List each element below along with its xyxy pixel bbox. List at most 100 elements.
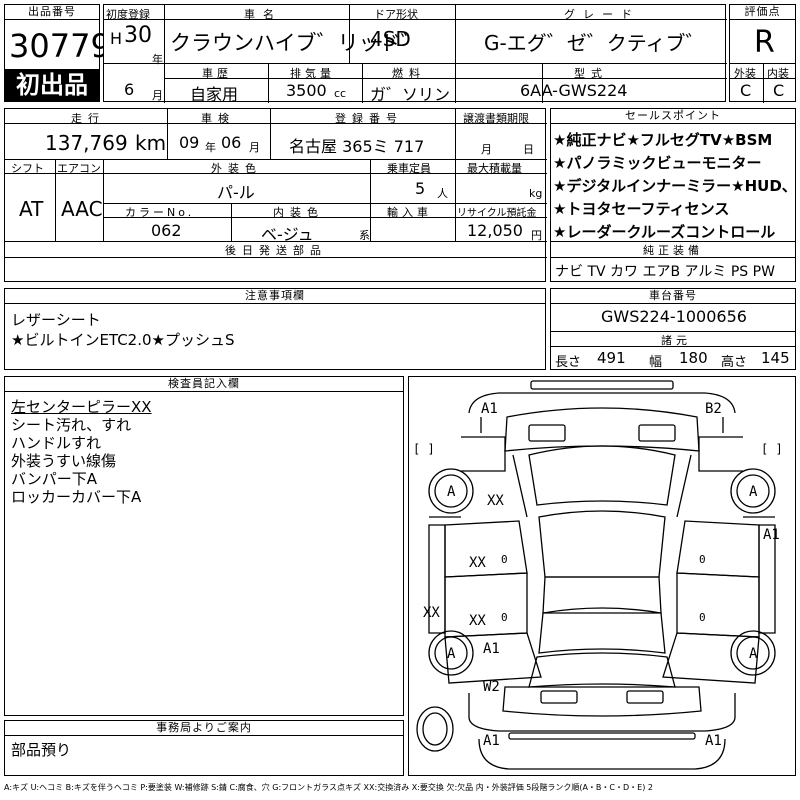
- type-label: 型式: [574, 67, 608, 80]
- chassis-number: GWS224-1000656: [601, 307, 747, 326]
- damage-a1-left-rear: A1: [483, 641, 500, 657]
- chassis-box: 車台番号 GWS224-1000656 諸元 長さ 491 幅 180 高さ 1…: [550, 288, 796, 370]
- color-number: 062: [151, 221, 182, 240]
- inspection-month: 06: [221, 133, 242, 152]
- ext-color-label: 外装色: [211, 162, 262, 175]
- office-box: 事務局よりご案内 部品預り: [4, 720, 404, 776]
- history-label: 車歴: [202, 67, 232, 80]
- legend: A:キズ U:ヘコミ B:キズを伴うヘコミ P:要塗装 W:補修跡 S:錆 C:…: [4, 783, 653, 792]
- exterior-label: 外装: [734, 67, 756, 80]
- sales-points-label: セールスポイント: [551, 109, 795, 124]
- damage-a1-rear-left: A1: [483, 733, 500, 749]
- mileage-unit: km: [135, 131, 167, 155]
- sales-point-item: ★レーダークルーズコントロール: [553, 223, 776, 241]
- inspector-label: 検査員記入欄: [5, 377, 403, 392]
- office-label: 事務局よりご案内: [5, 721, 403, 736]
- interior-label: 内装: [767, 67, 789, 80]
- damage-xx-front-door: XX: [469, 555, 486, 571]
- inspection-label: 車検: [201, 112, 235, 125]
- mileage: 137,769: [45, 131, 128, 155]
- transfer-month: 月: [481, 143, 492, 156]
- sales-point-item: ★トヨタセーフティセンス: [553, 200, 730, 218]
- car-outline-svg: A1 B2 [ ] [ ] A A A A XX XX XX XX A1 A1 …: [413, 380, 783, 770]
- reg-number: 名古屋 365ミ 717: [289, 137, 425, 156]
- height-value: 145: [761, 349, 790, 367]
- equipment-label: 純正装備: [643, 244, 703, 257]
- model-type: 6AA-GWS224: [520, 81, 628, 100]
- width-label: 幅: [649, 355, 663, 370]
- interior-grade: C: [773, 81, 785, 100]
- displacement-unit: cc: [334, 87, 347, 100]
- inspection-month-unit: 月: [249, 141, 260, 154]
- damage-xx-rear-door: XX: [469, 613, 486, 629]
- wheel-rear-left: A: [447, 646, 456, 662]
- recycle-deposit: 12,050: [467, 221, 523, 240]
- top-block: 出品番号 30779 初出品 初度登録 H 30 年 6 月 車名 クラウンハイ…: [4, 4, 796, 104]
- capacity: 5: [415, 179, 426, 198]
- ac-label: エアコン: [57, 162, 101, 175]
- displacement: 3500: [286, 81, 327, 100]
- zero-mark: 0: [501, 553, 508, 566]
- note-line: レザーシート: [11, 311, 101, 329]
- damage-xx-fender: XX: [487, 493, 504, 509]
- notes-label: 注意事項欄: [5, 289, 545, 304]
- width-value: 180: [679, 349, 708, 367]
- later-parts-label: 後日発送部品: [225, 244, 327, 257]
- sales-point-item: ★デジタルインナーミラー★HUD、: [553, 177, 797, 195]
- sales-point-item: ★純正ナビ★フルセグTV★BSM: [553, 131, 773, 149]
- note-line: ★ビルトインETC2.0★プッシュS: [11, 331, 235, 349]
- import-label: 輸入車: [387, 206, 432, 219]
- length-label: 長さ: [555, 355, 582, 370]
- zero-mark: 0: [699, 553, 706, 566]
- inspection-year: 09: [179, 133, 200, 152]
- height-label: 高さ: [721, 355, 748, 370]
- year-unit: 年: [152, 53, 163, 66]
- chassis-label: 車台番号: [551, 289, 795, 304]
- color-no-label: カラーNo.: [125, 206, 195, 219]
- top-main: 初度登録 H 30 年 6 月 車名 クラウンハイブ゛リッド゛ ドア形状 4SD…: [103, 4, 727, 104]
- damage-a1-front-left: A1: [481, 401, 498, 417]
- transfer-day: 日: [523, 143, 534, 156]
- recycle-label: リサイクル預託金: [457, 208, 537, 219]
- first-reg-month: 6: [124, 80, 135, 99]
- shift-label: シフト: [11, 162, 44, 175]
- rating-label: 評価点: [730, 5, 795, 20]
- inspector-note: ロッカーカバー下A: [11, 488, 142, 506]
- first-listing-badge: 初出品: [5, 69, 99, 102]
- damage-xx-pillar: XX: [423, 605, 440, 621]
- wheel-front-right: A: [749, 484, 758, 500]
- zero-mark: 0: [501, 611, 508, 624]
- rating-score: R: [754, 25, 775, 60]
- recycle-unit: 円: [531, 229, 542, 242]
- damage-a1-right-fender: A1: [763, 527, 780, 543]
- length-value: 491: [597, 349, 626, 367]
- transfer-deadline-label: 譲渡書類期限: [463, 112, 529, 125]
- notes-box: 注意事項欄 レザーシート ★ビルトインETC2.0★プッシュS: [4, 288, 546, 370]
- damage-w2-left: W2: [483, 679, 500, 695]
- vehicle-details: 走行 137,769 km 車検 09 年 06 月 登録番号 名古屋 365ミ…: [4, 108, 547, 282]
- displacement-label: 排気量: [290, 67, 335, 80]
- reg-number-label: 登録番号: [335, 112, 403, 125]
- inspection-year-unit: 年: [205, 141, 216, 154]
- air-conditioner: AAC: [61, 197, 103, 221]
- bracket-left: [ ]: [413, 442, 435, 456]
- grade-label: グレード: [564, 8, 640, 21]
- zero-mark: 0: [699, 611, 706, 624]
- lot-number: 30779: [9, 27, 111, 65]
- max-load-label: 最大積載量: [467, 162, 522, 175]
- capacity-label: 乗車定員: [387, 162, 431, 175]
- bracket-right: [ ]: [761, 442, 783, 456]
- fuel-label: 燃料: [392, 67, 426, 80]
- fuel: ガ゛ソリン: [370, 85, 451, 104]
- capacity-unit: 人: [437, 187, 448, 200]
- ext-color: パ-ル: [217, 183, 255, 202]
- first-reg-label: 初度登録: [106, 8, 150, 21]
- int-color-label: 内装色: [273, 206, 324, 219]
- history: 自家用: [190, 85, 239, 104]
- shift: AT: [19, 197, 44, 221]
- grade: G-エグ゛ゼ゛クティブ゛: [484, 31, 706, 55]
- first-reg-year: 30: [124, 23, 152, 48]
- wheel-rear-right: A: [749, 646, 758, 662]
- equipment-list: ナビ TV カワ エアB アルミ PS PW: [555, 264, 775, 280]
- door-label: ドア形状: [374, 8, 418, 21]
